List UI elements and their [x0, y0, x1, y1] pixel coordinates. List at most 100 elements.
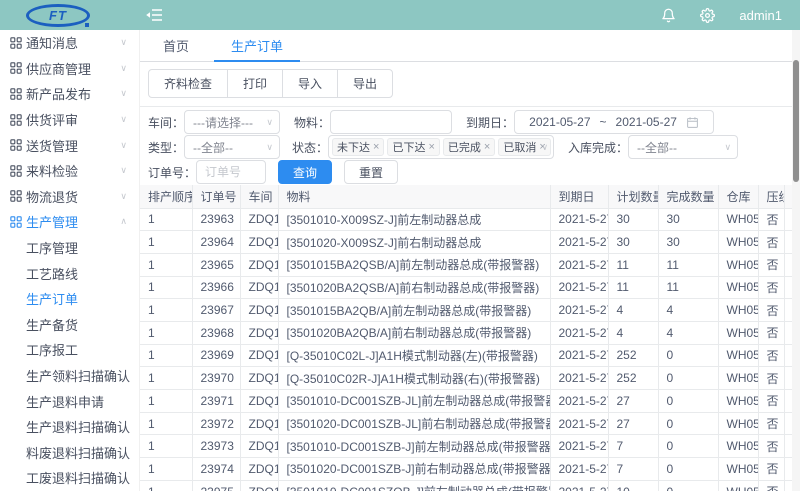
- column-header: 压线: [758, 185, 784, 208]
- table-row[interactable]: 1 23971 ZDQ13 [3501010-DC001SZB-JL]前左制动器…: [140, 390, 800, 413]
- sidebar-item[interactable]: 生产备货: [0, 312, 139, 338]
- sidebar-item[interactable]: 料废退料扫描确认: [0, 440, 139, 466]
- sidebar-item[interactable]: 生产管理 ∧: [0, 209, 139, 235]
- table-row[interactable]: 1 23965 ZDQ13 [3501015BA2QSB/A]前左制动器总成(带…: [140, 253, 800, 276]
- toolbar-button[interactable]: 导出: [337, 69, 393, 98]
- order-no-cell: 23966: [192, 276, 240, 299]
- table-row[interactable]: 1 23973 ZDQ13 [3501010-DC001SZB-J]前左制动器总…: [140, 435, 800, 458]
- grid-menu-icon: [10, 190, 22, 202]
- seq-cell: 1: [140, 458, 192, 481]
- toolbar-button[interactable]: 打印: [227, 69, 283, 98]
- toolbar-button[interactable]: 导入: [282, 69, 338, 98]
- plan-qty-cell: 27: [608, 390, 658, 413]
- type-select[interactable]: --全部-- ∨: [184, 135, 280, 159]
- material-input[interactable]: [330, 110, 452, 134]
- sidebar-item[interactable]: 供应商管理 ∨: [0, 56, 139, 82]
- settings-gear-icon[interactable]: [700, 8, 715, 23]
- notification-bell-icon[interactable]: [661, 8, 676, 23]
- warehouse-cell: WH05: [718, 276, 758, 299]
- workshop-select[interactable]: ---请选择--- ∨: [184, 110, 280, 134]
- status-tag[interactable]: 未下达 ×: [332, 138, 384, 156]
- sidebar-item[interactable]: 通知消息 ∨: [0, 30, 139, 56]
- column-header: 到期日: [550, 185, 608, 208]
- status-tag[interactable]: 已完成 ×: [443, 138, 495, 156]
- seq-cell: 1: [140, 390, 192, 413]
- seq-cell: 1: [140, 412, 192, 435]
- status-multiselect[interactable]: 未下达 × 已下达 × 已完成 × 已取消 ×: [328, 135, 554, 159]
- press-line-cell: 否: [758, 321, 784, 344]
- sidebar-item[interactable]: 生产领料扫描确认: [0, 363, 139, 389]
- sidebar-item[interactable]: 送货管理 ∨: [0, 132, 139, 158]
- done-qty-cell: 11: [658, 276, 718, 299]
- due-date-cell: 2021-5-27: [550, 344, 608, 367]
- press-line-cell: 否: [758, 435, 784, 458]
- press-line-cell: 否: [758, 480, 784, 491]
- table-row[interactable]: 1 23964 ZDQ13 [3501020-X009SZ-J]前右制动器总成 …: [140, 231, 800, 254]
- sidebar-item[interactable]: 工废退料扫描确认: [0, 465, 139, 491]
- toolbar-button[interactable]: 齐料检查: [148, 69, 228, 98]
- sidebar-item[interactable]: 工序报工: [0, 337, 139, 363]
- due-date-range-picker[interactable]: 2021-05-27 ~ 2021-05-27: [514, 110, 714, 134]
- workshop-cell: ZDQ13: [240, 276, 278, 299]
- sidebar-item[interactable]: 工艺路线: [0, 260, 139, 286]
- order-no-cell: 23963: [192, 208, 240, 231]
- search-button[interactable]: 查询: [278, 160, 332, 184]
- sidebar-nav: 通知消息 ∨ 供应商管理 ∨: [0, 30, 140, 491]
- table-row[interactable]: 1 23974 ZDQ13 [3501020-DC001SZB-J]前右制动器总…: [140, 458, 800, 481]
- order-no-cell: 23972: [192, 412, 240, 435]
- sidebar-item[interactable]: 工序管理: [0, 235, 139, 261]
- sidebar-item[interactable]: 物流退货 ∨: [0, 184, 139, 210]
- seq-cell: 1: [140, 208, 192, 231]
- tag-close-icon[interactable]: ×: [484, 141, 490, 153]
- column-header: 物料: [278, 185, 550, 208]
- status-tag[interactable]: 已下达 ×: [387, 138, 439, 156]
- table-row[interactable]: 1 23968 ZDQ13 [3501020BA2QB/A]前右制动器总成(带报…: [140, 321, 800, 344]
- tab[interactable]: 首页: [146, 30, 206, 62]
- press-line-cell: 否: [758, 299, 784, 322]
- material-cell: [3501020-DC001SZB-J]前右制动器总成(带报警器): [278, 458, 550, 481]
- due-date-cell: 2021-5-27: [550, 435, 608, 458]
- table-row[interactable]: 1 23972 ZDQ13 [3501020-DC001SZB-JL]前右制动器…: [140, 412, 800, 435]
- order-no-cell: 23975: [192, 480, 240, 491]
- table-row[interactable]: 1 23967 ZDQ13 [3501015BA2QB/A]前左制动器总成(带报…: [140, 299, 800, 322]
- table-row[interactable]: 1 23970 ZDQ13 [Q-35010C02R-J]A1H模式制动器(右)…: [140, 367, 800, 390]
- sidebar-item-label: 送货管理: [26, 136, 78, 155]
- scrollbar-thumb[interactable]: [793, 60, 799, 182]
- table-row[interactable]: 1 23969 ZDQ13 [Q-35010C02L-J]A1H模式制动器(左)…: [140, 344, 800, 367]
- due-date-cell: 2021-5-27: [550, 321, 608, 344]
- workshop-cell: ZDQ13: [240, 412, 278, 435]
- sidebar-item[interactable]: 来料检验 ∨: [0, 158, 139, 184]
- table-row[interactable]: 1 23966 ZDQ13 [3501020BA2QSB/A]前右制动器总成(带…: [140, 276, 800, 299]
- due-date-cell: 2021-5-27: [550, 231, 608, 254]
- workshop-cell: ZDQ13: [240, 253, 278, 276]
- sidebar-item[interactable]: 生产退料申请: [0, 388, 139, 414]
- company-logo: FT: [26, 4, 90, 27]
- column-header: 订单号: [192, 185, 240, 208]
- user-menu[interactable]: admin1: [739, 8, 782, 23]
- tab[interactable]: 生产订单: [214, 30, 300, 62]
- table-row[interactable]: 1 23963 ZDQ13 [3501010-X009SZ-J]前左制动器总成 …: [140, 208, 800, 231]
- sidebar-item[interactable]: 生产退料扫描确认: [0, 414, 139, 440]
- chevron-icon: ∨: [120, 114, 127, 125]
- tag-close-icon[interactable]: ×: [428, 141, 434, 153]
- chevron-icon: ∨: [120, 63, 127, 74]
- order-no-label: 订单号：: [148, 164, 196, 181]
- press-line-cell: 否: [758, 458, 784, 481]
- reset-button[interactable]: 重置: [344, 160, 398, 184]
- grid-menu-icon: [10, 216, 22, 228]
- plan-qty-cell: 30: [608, 231, 658, 254]
- due-date-cell: 2021-5-27: [550, 367, 608, 390]
- sidebar-collapse-icon[interactable]: [145, 8, 163, 22]
- filter-panel: 车间： ---请选择--- ∨ 物料： 到期日： 2021-05-27 ~ 20…: [140, 107, 800, 184]
- grid-menu-icon: [10, 37, 22, 49]
- sidebar-item[interactable]: 生产订单: [0, 286, 139, 312]
- inbound-complete-select[interactable]: --全部-- ∨: [628, 135, 738, 159]
- orders-table: 排产顺序 订单号 车间 物料 到期日 计划数量 完成数量 仓库: [140, 185, 800, 491]
- sidebar-item[interactable]: 供货评审 ∨: [0, 107, 139, 133]
- vertical-scrollbar[interactable]: [792, 30, 800, 491]
- tag-close-icon[interactable]: ×: [373, 141, 379, 153]
- plan-qty-cell: 11: [608, 253, 658, 276]
- order-no-input[interactable]: [196, 160, 266, 184]
- sidebar-item[interactable]: 新产品发布 ∨: [0, 81, 139, 107]
- table-row[interactable]: 1 23975 ZDQ13 [3501010-DC001SZQB-J]前左制动器…: [140, 480, 800, 491]
